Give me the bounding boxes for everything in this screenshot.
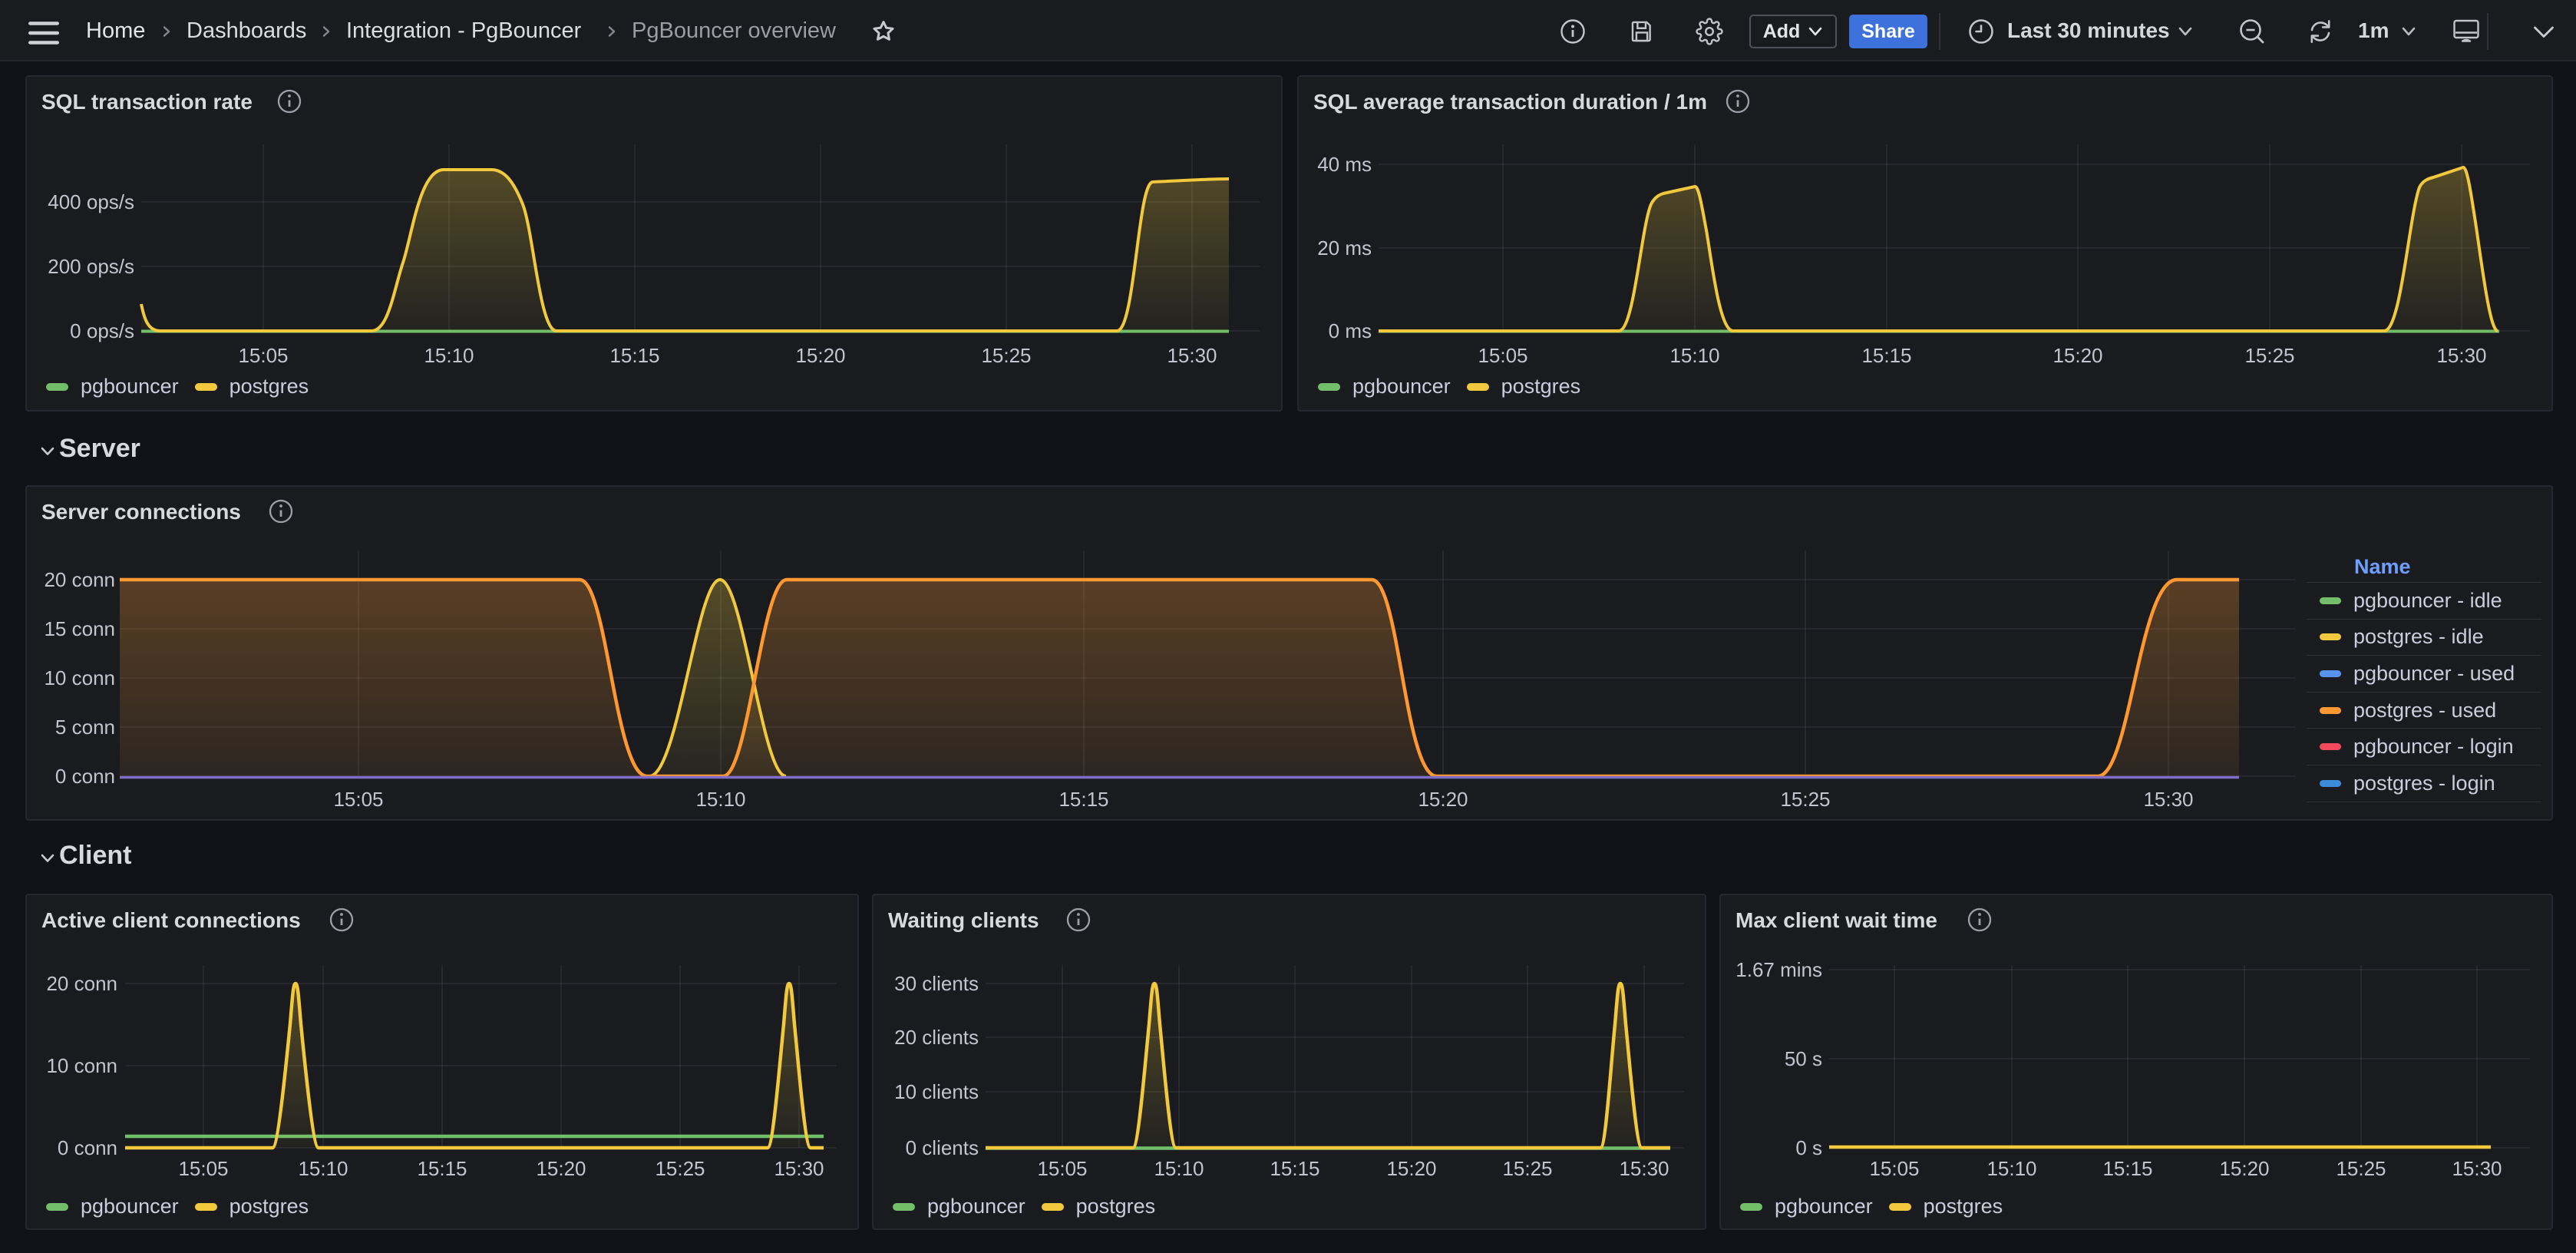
svg-text:15:30: 15:30	[1167, 344, 1217, 367]
svg-text:15:05: 15:05	[1478, 344, 1527, 367]
svg-text:5 conn: 5 conn	[55, 716, 115, 739]
svg-text:15:05: 15:05	[1037, 1157, 1087, 1180]
svg-text:15:20: 15:20	[795, 344, 845, 367]
svg-text:15:25: 15:25	[1502, 1157, 1552, 1180]
svg-text:15:25: 15:25	[981, 344, 1031, 367]
svg-text:15:05: 15:05	[178, 1157, 228, 1180]
svg-text:30 clients: 30 clients	[894, 972, 979, 995]
svg-text:15:25: 15:25	[655, 1157, 705, 1180]
svg-text:15:10: 15:10	[1154, 1157, 1204, 1180]
svg-text:15:30: 15:30	[774, 1157, 824, 1180]
svg-text:15:25: 15:25	[2244, 344, 2294, 367]
svg-text:0 ms: 0 ms	[1329, 319, 1372, 342]
svg-text:10 conn: 10 conn	[46, 1054, 117, 1077]
svg-text:0 conn: 0 conn	[55, 765, 115, 788]
svg-text:40 ms: 40 ms	[1317, 153, 1372, 176]
svg-text:20 ms: 20 ms	[1317, 236, 1372, 260]
svg-text:10 clients: 10 clients	[894, 1080, 979, 1103]
svg-text:15:15: 15:15	[1270, 1157, 1319, 1180]
svg-text:0 ops/s: 0 ops/s	[70, 319, 134, 342]
svg-text:20 conn: 20 conn	[44, 568, 115, 591]
svg-text:15:15: 15:15	[609, 344, 659, 367]
svg-text:15:10: 15:10	[1986, 1157, 2036, 1180]
svg-text:15:10: 15:10	[424, 344, 474, 367]
svg-text:10 conn: 10 conn	[44, 666, 115, 689]
svg-text:15:30: 15:30	[2436, 344, 2486, 367]
svg-text:50 s: 50 s	[1785, 1047, 1822, 1070]
svg-text:15:05: 15:05	[1869, 1157, 1919, 1180]
svg-text:0 s: 0 s	[1795, 1136, 1822, 1159]
svg-text:15:25: 15:25	[2336, 1157, 2386, 1180]
svg-text:200 ops/s: 200 ops/s	[48, 255, 134, 278]
svg-text:15:15: 15:15	[2102, 1157, 2152, 1180]
svg-text:15:20: 15:20	[536, 1157, 586, 1180]
svg-text:15:05: 15:05	[333, 788, 383, 811]
svg-text:15:10: 15:10	[1669, 344, 1719, 367]
svg-text:1.67 mins: 1.67 mins	[1735, 958, 1822, 981]
svg-text:15:05: 15:05	[238, 344, 288, 367]
svg-text:15 conn: 15 conn	[44, 617, 115, 640]
svg-text:0 conn: 0 conn	[58, 1136, 117, 1159]
svg-text:15:20: 15:20	[1386, 1157, 1436, 1180]
svg-text:400 ops/s: 400 ops/s	[48, 190, 134, 213]
svg-text:15:10: 15:10	[298, 1157, 348, 1180]
svg-text:15:30: 15:30	[1619, 1157, 1669, 1180]
svg-text:15:30: 15:30	[2143, 788, 2193, 811]
svg-text:15:20: 15:20	[2053, 344, 2102, 367]
svg-text:0 clients: 0 clients	[906, 1136, 979, 1159]
svg-text:15:25: 15:25	[1780, 788, 1830, 811]
svg-text:15:30: 15:30	[2452, 1157, 2502, 1180]
svg-text:20 clients: 20 clients	[894, 1026, 979, 1049]
svg-text:15:15: 15:15	[417, 1157, 467, 1180]
svg-text:20 conn: 20 conn	[46, 972, 117, 995]
svg-text:15:20: 15:20	[2219, 1157, 2269, 1180]
svg-text:15:15: 15:15	[1861, 344, 1911, 367]
svg-text:15:20: 15:20	[1418, 788, 1468, 811]
svg-text:15:15: 15:15	[1058, 788, 1108, 811]
svg-text:15:10: 15:10	[695, 788, 745, 811]
